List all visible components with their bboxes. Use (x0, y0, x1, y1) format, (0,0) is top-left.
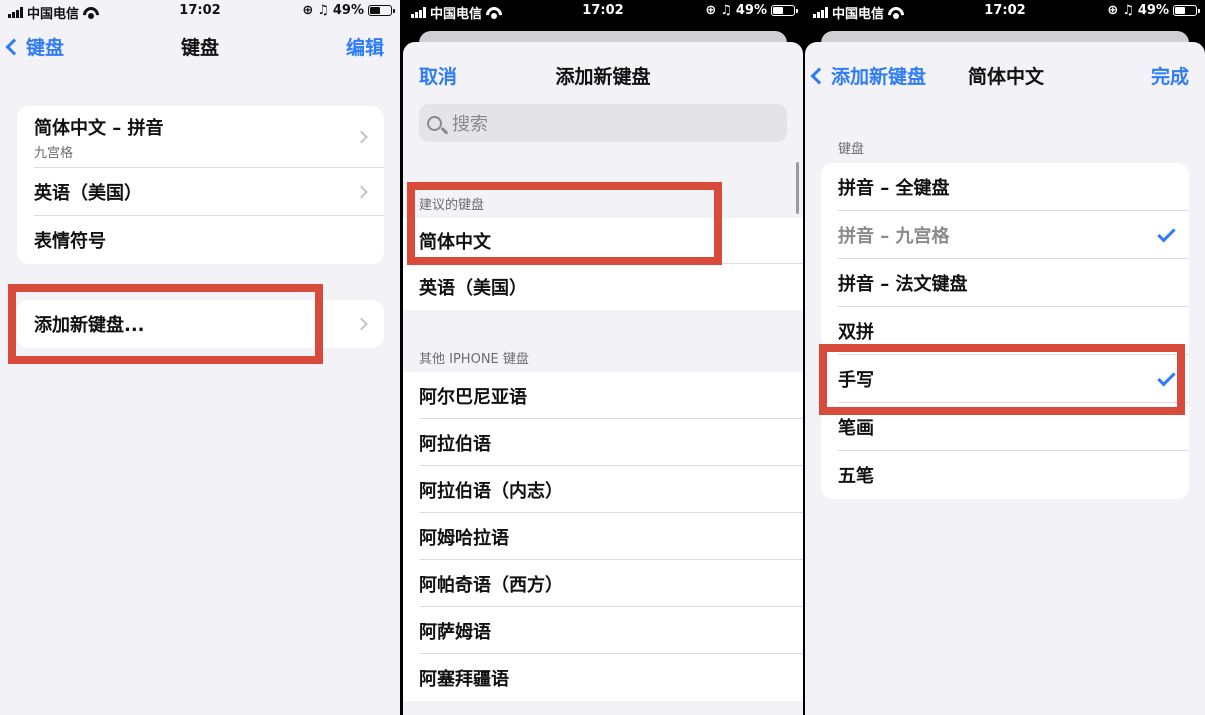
option-label: 笔画 (838, 418, 874, 439)
chevron-left-icon (810, 67, 828, 84)
keyboard-item-label: 表情符号 (34, 231, 106, 252)
status-bar: 中国电信 17:02 ⊕ ♫ 49% (805, 0, 1205, 22)
list-item[interactable]: 阿姆哈拉语 (403, 513, 803, 560)
done-button[interactable]: 完成 (1151, 62, 1189, 89)
keyboard-item-label: 简体中文 – 拼音 (34, 117, 164, 139)
back-label: 键盘 (26, 37, 65, 59)
search-input[interactable]: 搜索 (419, 104, 787, 142)
keyboard-list: 简体中文 – 拼音 九宫格 英语（美国） 表情符号 (17, 106, 384, 264)
list-item-label: 阿塞拜疆语 (419, 668, 509, 690)
highlight-box (819, 344, 1185, 415)
headphones-icon: ♫ (1122, 3, 1134, 18)
option-label: 五笔 (838, 466, 874, 487)
option-pinyin-9key[interactable]: 拼音 – 九宫格 (821, 211, 1189, 259)
lock-rotation-icon: ⊕ (705, 3, 717, 18)
keyboard-item-emoji[interactable]: 表情符号 (17, 216, 384, 264)
option-pinyin-full[interactable]: 拼音 – 全键盘 (821, 163, 1189, 211)
back-button[interactable]: 键盘 (5, 33, 65, 60)
lock-rotation-icon: ⊕ (1107, 3, 1119, 18)
highlight-box (407, 182, 722, 265)
battery-icon (1173, 5, 1200, 16)
list-item-label: 阿尔巴尼亚语 (419, 386, 527, 408)
list-item[interactable]: 阿尔巴尼亚语 (403, 372, 803, 419)
headphones-icon: ♫ (317, 3, 329, 18)
back-label: 添加新键盘 (831, 66, 927, 88)
search-icon (427, 115, 442, 131)
option-label: 拼音 – 法文键盘 (838, 274, 968, 295)
chevron-right-icon (355, 317, 368, 331)
scrollbar[interactable] (796, 162, 799, 214)
nav-bar: 键盘 键盘 编辑 (0, 25, 400, 65)
keyboards-screen: 中国电信 17:02 ⊕ ♫ 49% 键盘 键盘 编辑 简体中文 – 拼音 九宫… (0, 0, 400, 715)
status-bar: 中国电信 17:02 ⊕ ♫ 49% (403, 0, 803, 22)
list-item[interactable]: 阿拉伯语（内志） (403, 466, 803, 513)
headphones-icon: ♫ (720, 3, 732, 18)
list-item[interactable]: 阿拉伯语 (403, 419, 803, 466)
nav-bar: 取消 添加新键盘 (403, 54, 803, 94)
add-keyboard-screen: 中国电信 17:02 ⊕ ♫ 49% 取消 添加新键盘 搜索 建议的键盘 简体中… (403, 0, 803, 715)
other-keyboards-list: 阿尔巴尼亚语 阿拉伯语 阿拉伯语（内志） 阿姆哈拉语 阿帕奇语（西方） 阿萨姆语… (403, 372, 803, 701)
nav-bar: 添加新键盘 简体中文 完成 (805, 54, 1205, 94)
section-header-keyboard: 键盘 (838, 142, 865, 157)
cancel-button[interactable]: 取消 (419, 62, 457, 89)
battery-icon (368, 5, 395, 16)
lock-rotation-icon: ⊕ (302, 3, 314, 18)
checkmark-icon (1157, 224, 1176, 243)
keyboard-item-pinyin[interactable]: 简体中文 – 拼音 九宫格 (17, 106, 384, 168)
chevron-right-icon (355, 185, 368, 199)
chinese-keyboard-options-screen: 中国电信 17:02 ⊕ ♫ 49% 添加新键盘 简体中文 完成 键盘 拼音 –… (805, 0, 1205, 715)
list-item-label: 英语（美国） (419, 278, 527, 299)
back-button[interactable]: 添加新键盘 (810, 62, 927, 89)
battery-percent: 49% (332, 3, 364, 18)
battery-percent: 49% (735, 3, 767, 18)
search-placeholder: 搜索 (452, 114, 488, 135)
section-header-other: 其他 IPHONE 键盘 (419, 352, 529, 367)
list-item[interactable]: 阿萨姆语 (403, 607, 803, 654)
option-label: 拼音 – 九宫格 (838, 226, 950, 247)
list-item[interactable]: 阿塞拜疆语 (403, 654, 803, 701)
list-item[interactable]: 英语（美国） (403, 264, 803, 310)
modal-sheet: 取消 添加新键盘 搜索 建议的键盘 简体中文 英语（美国） 其他 IPHONE … (403, 42, 803, 715)
option-wubi[interactable]: 五笔 (821, 451, 1189, 499)
list-item[interactable]: 阿帕奇语（西方） (403, 560, 803, 607)
edit-button[interactable]: 编辑 (346, 33, 384, 60)
chevron-right-icon (355, 130, 368, 144)
keyboard-options-list: 拼音 – 全键盘 拼音 – 九宫格 拼音 – 法文键盘 双拼 手写 笔画 五笔 (821, 163, 1189, 499)
list-item-label: 阿拉伯语（内志） (419, 480, 563, 502)
keyboard-item-english[interactable]: 英语（美国） (17, 168, 384, 216)
page-title: 添加新键盘 (555, 66, 651, 88)
status-bar: 中国电信 17:02 ⊕ ♫ 49% (0, 0, 400, 22)
battery-percent: 49% (1137, 3, 1169, 18)
keyboard-item-label: 英语（美国） (34, 183, 142, 204)
list-item-label: 阿拉伯语 (419, 433, 491, 455)
chevron-left-icon (5, 38, 23, 55)
keyboard-item-sublabel: 九宫格 (34, 145, 74, 161)
list-item-label: 阿姆哈拉语 (419, 527, 509, 549)
option-pinyin-french[interactable]: 拼音 – 法文键盘 (821, 259, 1189, 307)
list-item-label: 阿萨姆语 (419, 621, 491, 643)
list-item-label: 阿帕奇语（西方） (419, 574, 563, 596)
battery-icon (771, 5, 798, 16)
option-label: 拼音 – 全键盘 (838, 178, 950, 199)
highlight-box (8, 284, 323, 364)
option-label: 双拼 (838, 322, 874, 343)
